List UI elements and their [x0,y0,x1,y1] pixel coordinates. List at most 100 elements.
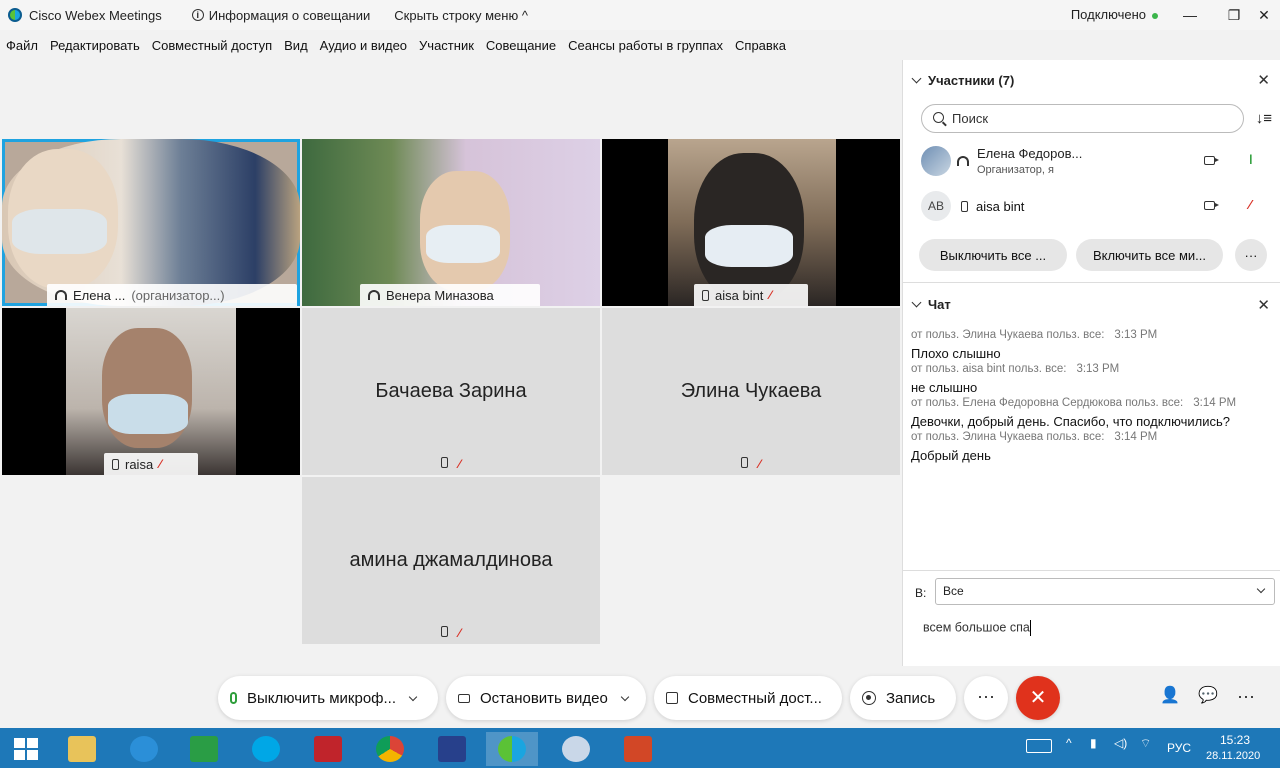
participant-role: Организатор, я [977,164,1054,176]
menu-help[interactable]: Справка [735,38,786,53]
webex-logo-icon [498,736,526,762]
video-tile-host[interactable]: Елена ... (организатор...) [2,139,300,306]
chevron-down-icon[interactable] [620,692,630,701]
meeting-info-label: Информация о совещании [208,7,371,23]
participants-title: Участники (7) [928,73,1015,88]
mute-button[interactable]: Выключить микроф... [218,676,438,720]
palette-icon [562,736,590,762]
video-tile-raisa[interactable]: raisa ⁄ [2,308,300,475]
volume-icon[interactable]: ◁) [1114,736,1127,750]
video-tile-aisa[interactable]: aisa bint ⁄ [602,139,900,306]
video-tile-elina[interactable]: Элина Чукаева ⁄ [602,308,900,475]
language-indicator[interactable]: РУС [1167,741,1191,755]
end-meeting-button[interactable]: ✕ [1016,676,1060,720]
close-chat-icon[interactable]: ✕ [1257,296,1270,314]
chat-header[interactable]: Чат [911,297,951,312]
paint-icon[interactable] [550,732,602,766]
menu-breakout[interactable]: Сеансы работы в группах [568,38,723,53]
minimize-button[interactable]: — [1172,4,1208,26]
network-icon[interactable]: ⌔ [1140,736,1151,751]
menu-edit[interactable]: Редактировать [50,38,140,53]
record-icon [862,691,876,705]
tile-nametag: raisa ⁄ [104,453,198,475]
menu-meeting[interactable]: Совещание [486,38,556,53]
record-button[interactable]: Запись [850,676,956,720]
chat-title: Чат [928,297,951,312]
participant-search-input[interactable]: Поиск [921,104,1244,133]
menu-audio-video[interactable]: Аудио и видео [320,38,407,53]
clock-date[interactable]: 28.11.2020 [1206,750,1260,762]
participant-name: aisa bint [976,198,1025,214]
mic-on-icon[interactable]: ǀ [1249,152,1253,167]
tile-name-label: raisa [125,456,154,472]
stop-video-button[interactable]: Остановить видео [446,676,646,720]
participant-row[interactable]: AB aisa bint ⁄ [921,189,1261,223]
floppy-icon [438,736,466,762]
mic-off-icon[interactable]: ⁄ [1249,197,1251,212]
mcafee-icon[interactable] [302,732,354,766]
search-icon [933,112,944,123]
internet-explorer-icon[interactable] [118,732,170,766]
app-title: Cisco Webex Meetings [29,7,162,23]
more-options-button[interactable]: ··· [964,676,1008,720]
close-window-button[interactable]: ✕ [1246,4,1280,26]
chat-message-text: не слышно [911,380,978,395]
meeting-info-button[interactable]: i Информация о совещании [191,7,371,23]
battery-icon[interactable]: ▮ [1090,736,1097,750]
chat-message-input[interactable]: всем большое спа [923,620,1032,636]
chat-recipient-select[interactable]: Все [935,578,1275,605]
menu-participant[interactable]: Участник [419,38,474,53]
start-button[interactable] [0,732,52,766]
tile-name-label: Элина Чукаева [680,380,822,402]
skype-icon[interactable] [240,732,292,766]
tile-name-label: Венера Миназова [386,287,494,303]
title-bar: Cisco Webex Meetings i Информация о сове… [0,0,1280,30]
chat-sender: от польз. aisa bint польз. все: [911,363,1067,375]
chat-sender: от польз. Елена Федоровна Сердюкова поль… [911,397,1184,409]
chat-message-text: Девочки, добрый день. Спасибо, что подкл… [911,414,1230,429]
chat-recipient-value: Все [943,584,964,598]
participants-more-button[interactable]: ··· [1235,239,1267,271]
video-tile-zarina[interactable]: Бачаева Зарина ⁄ [302,308,600,475]
chat-message-meta: от польз. aisa bint польз. все: 3:13 PM [911,363,1119,375]
menu-share[interactable]: Совместный доступ [152,38,272,53]
menu-file[interactable]: Файл [6,38,38,53]
save-app-icon[interactable] [426,732,478,766]
powerpoint-icon[interactable] [612,732,664,766]
chevron-down-icon [1256,584,1266,594]
ppt-logo-icon [624,736,652,762]
webex-taskbar-icon[interactable] [486,732,538,766]
chrome-icon[interactable] [364,732,416,766]
camera-icon[interactable] [1204,156,1219,165]
chevron-down-icon [911,73,922,84]
tile-name-label: aisa bint [715,287,764,303]
hide-menu-button[interactable]: Скрыть строку меню ^ [394,8,528,23]
file-explorer-icon[interactable] [56,732,108,766]
sort-icon[interactable]: ↓≡ [1256,110,1272,127]
clock-time[interactable]: 15:23 [1220,733,1250,747]
avatar: AB [921,191,951,221]
tile-name-label: Елена ... [73,287,126,303]
store-icon[interactable] [178,732,230,766]
side-panel: Участники (7) ✕ Поиск ↓≡ Елена Федоров..… [902,60,1280,666]
participant-row[interactable]: Елена Федоров... Организатор, я ǀ [921,144,1261,178]
keyboard-icon[interactable] [1026,739,1052,753]
record-label: Запись [886,689,936,707]
mask-figure [12,209,107,254]
chevron-down-icon[interactable] [408,692,418,701]
unmute-all-button[interactable]: Включить все ми... [1076,239,1223,271]
windows-taskbar: ^ ▮ ◁) ⌔ РУС 15:23 28.11.2020 [0,728,1280,768]
mic-off-icon: ⁄ [769,288,772,302]
video-tile-venera[interactable]: Венера Миназова [302,139,600,306]
chat-time: 3:13 PM [1114,329,1158,341]
chat-time: 3:13 PM [1076,363,1120,375]
chevron-up-icon[interactable]: ^ [1066,736,1072,750]
share-button[interactable]: Совместный дост... [654,676,842,720]
panel-more-icon[interactable]: ··· [1224,676,1268,720]
mute-all-button[interactable]: Выключить все ... [919,239,1067,271]
camera-icon[interactable] [1204,201,1219,210]
participants-header[interactable]: Участники (7) [911,73,1015,88]
close-participants-icon[interactable]: ✕ [1257,71,1270,89]
video-tile-amina[interactable]: амина джамалдинова ⁄ [302,477,600,644]
menu-view[interactable]: Вид [284,38,308,53]
